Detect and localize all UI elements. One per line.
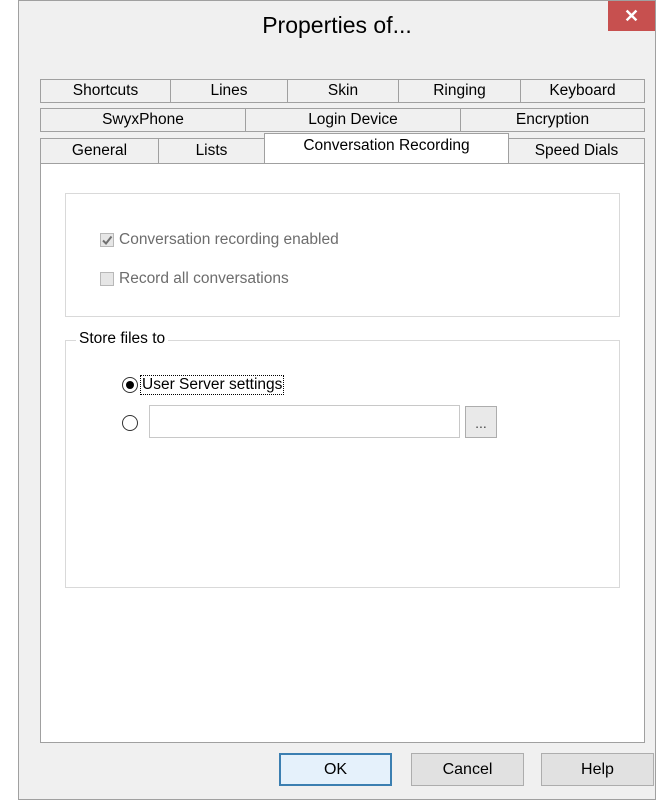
recording-enabled-checkbox[interactable]: Conversation recording enabled: [100, 231, 339, 249]
tab-page-conversation-recording: Conversation recording enabled Record al…: [40, 163, 645, 743]
tab-login-device[interactable]: Login Device: [245, 108, 461, 132]
title-bar[interactable]: Properties of... ✕: [19, 1, 655, 51]
store-files-group: Store files to User Server settings ...: [65, 330, 620, 588]
radio-button: [122, 377, 138, 393]
checkbox-box: [100, 233, 114, 247]
tab-shortcuts[interactable]: Shortcuts: [40, 79, 171, 103]
tab-speed-dials[interactable]: Speed Dials: [508, 138, 645, 164]
user-server-settings-label: User Server settings: [140, 375, 285, 395]
tab-keyboard[interactable]: Keyboard: [520, 79, 645, 103]
radio-dot: [126, 381, 134, 389]
record-all-checkbox[interactable]: Record all conversations: [100, 270, 289, 288]
browse-button[interactable]: ...: [465, 406, 497, 438]
store-files-caption: Store files to: [76, 330, 169, 348]
recording-options-group: Conversation recording enabled Record al…: [65, 193, 620, 317]
checkbox-box: [100, 272, 114, 286]
tab-encryption[interactable]: Encryption: [460, 108, 645, 132]
tab-skin[interactable]: Skin: [287, 79, 399, 103]
path-input[interactable]: [149, 405, 460, 438]
tab-conversation-recording[interactable]: Conversation Recording: [264, 133, 509, 163]
record-all-label: Record all conversations: [119, 270, 289, 287]
cancel-button[interactable]: Cancel: [411, 753, 524, 786]
tab-lines[interactable]: Lines: [170, 79, 288, 103]
tab-ringing[interactable]: Ringing: [398, 79, 521, 103]
tab-general[interactable]: General: [40, 138, 159, 164]
radio-custom-path[interactable]: [122, 415, 140, 431]
radio-button: [122, 415, 138, 431]
close-icon: ✕: [623, 5, 640, 26]
dialog-title: Properties of...: [262, 12, 412, 38]
recording-enabled-label: Conversation recording enabled: [119, 231, 339, 248]
close-button[interactable]: ✕: [608, 1, 655, 31]
tab-swyxphone[interactable]: SwyxPhone: [40, 108, 246, 132]
help-button[interactable]: Help: [541, 753, 654, 786]
radio-user-server-settings[interactable]: User Server settings: [122, 375, 285, 395]
checkmark-icon: [102, 235, 113, 246]
ok-button[interactable]: OK: [279, 753, 392, 786]
properties-dialog: Properties of... ✕ Shortcuts Lines Skin …: [18, 0, 656, 800]
tab-lists[interactable]: Lists: [158, 138, 265, 164]
